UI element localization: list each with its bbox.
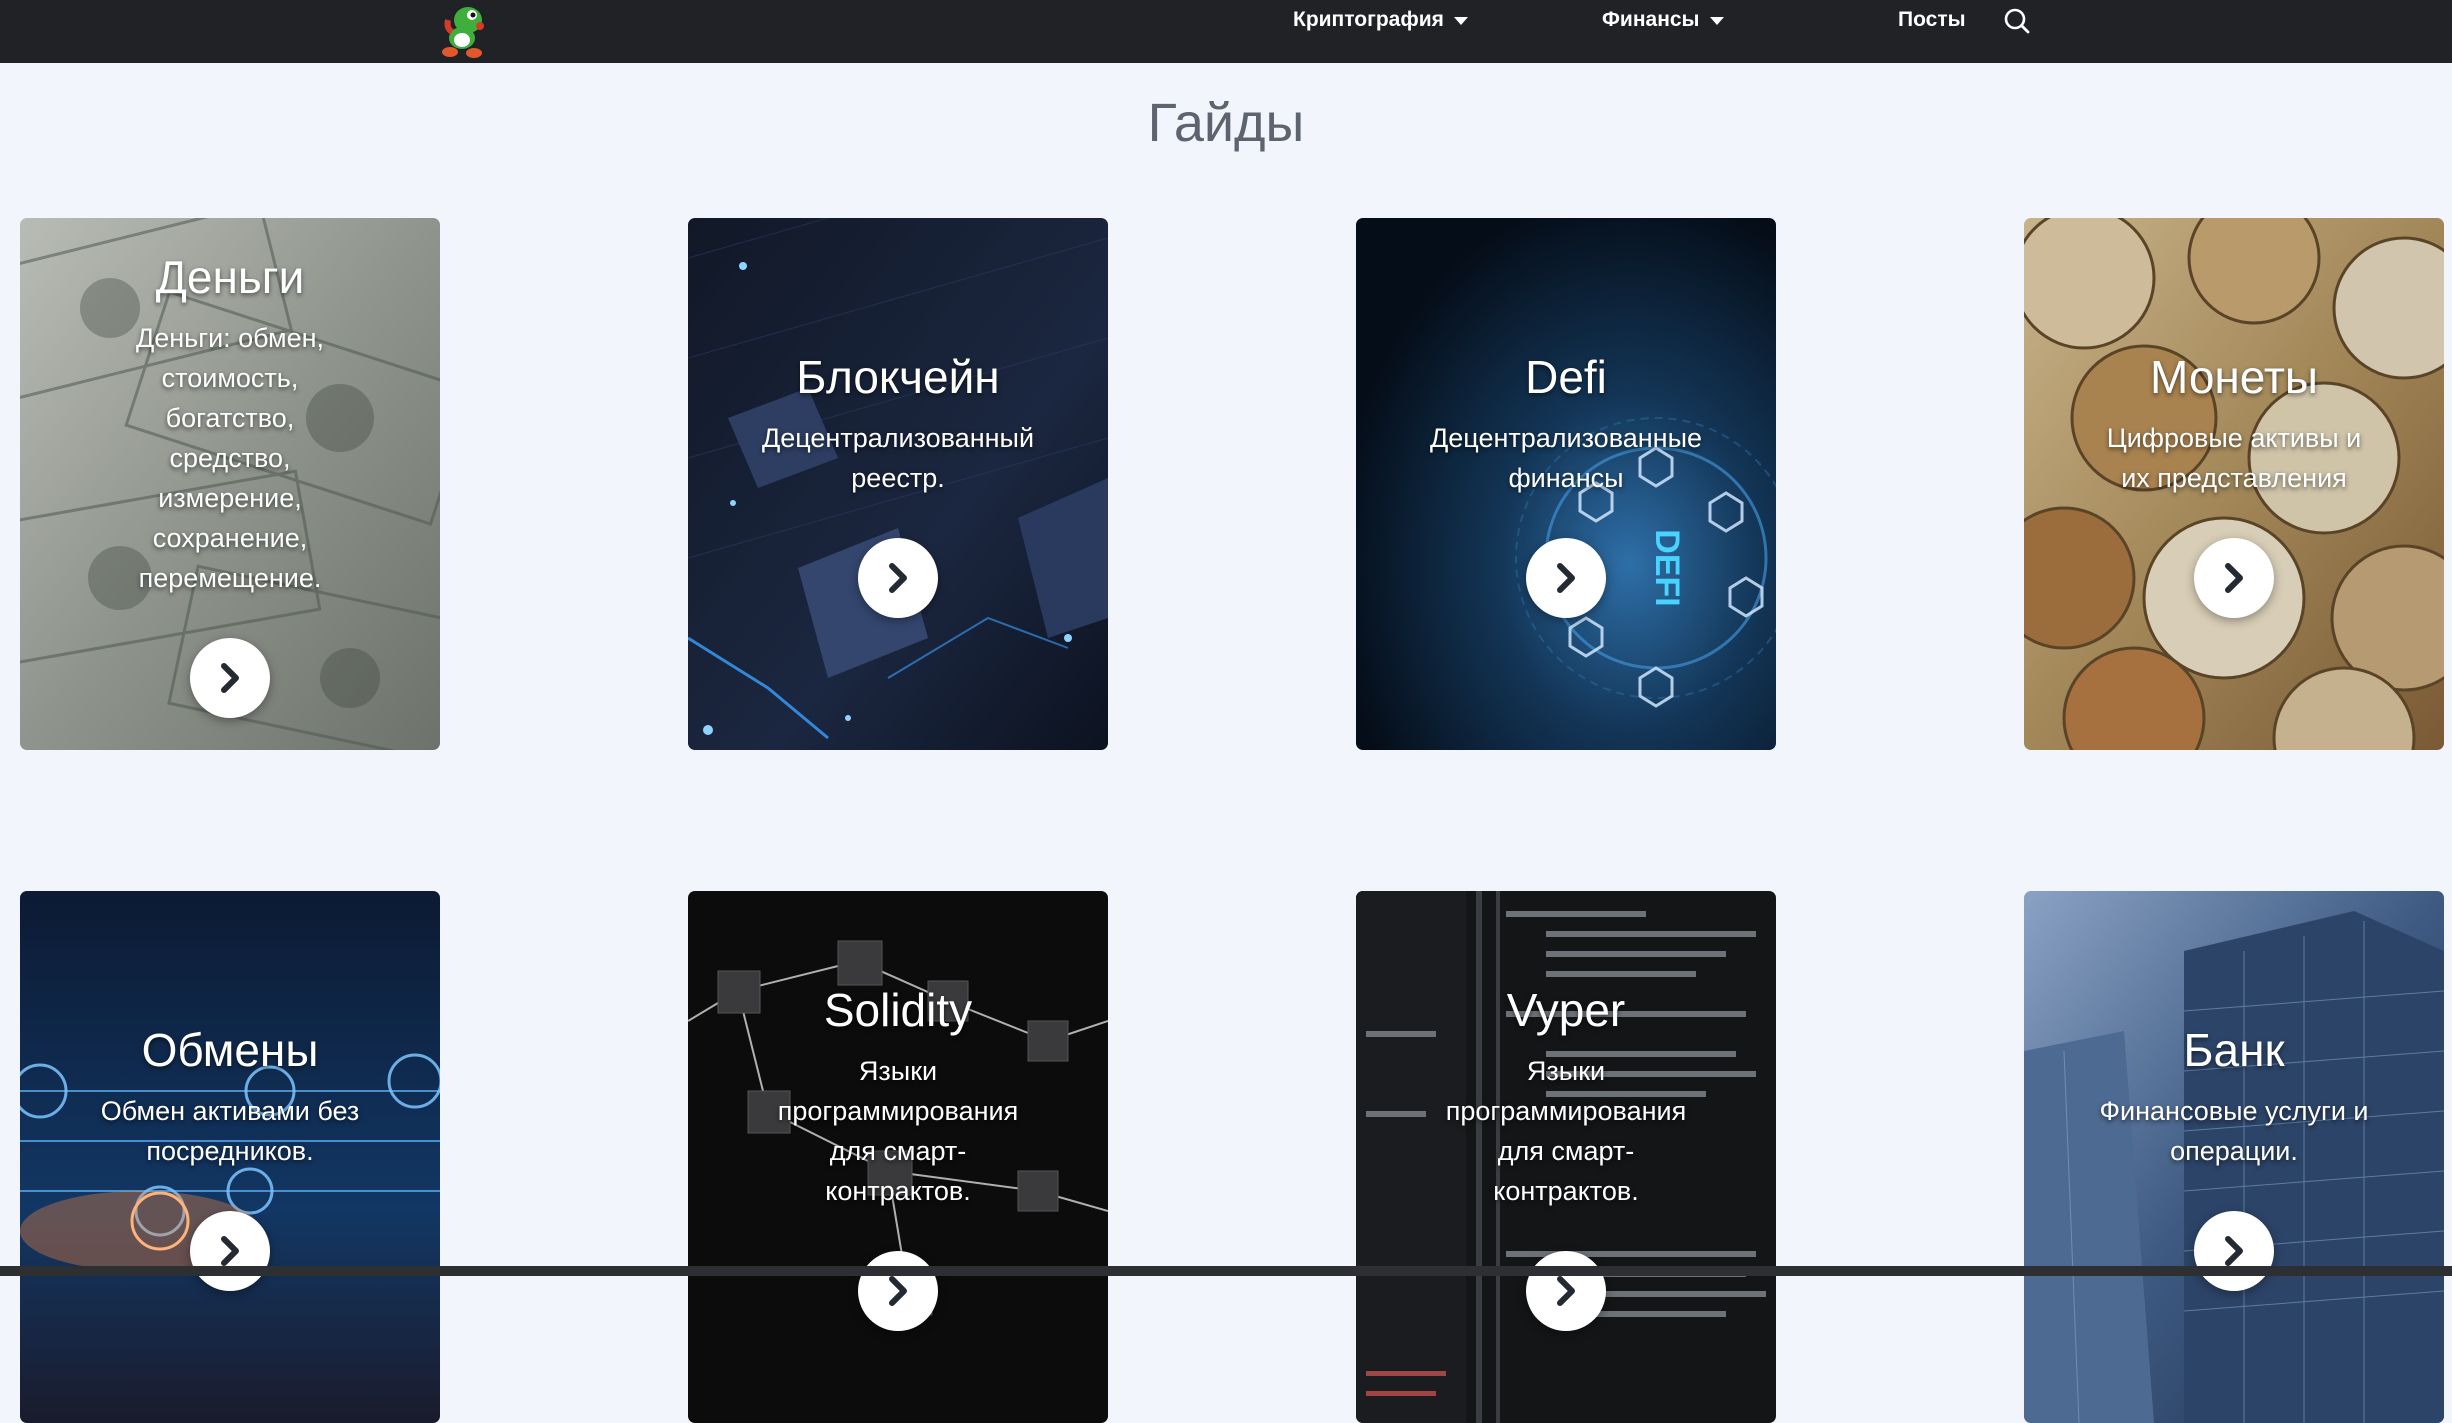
card-description: Языки программирования для смарт-контрак… xyxy=(777,1056,1019,1206)
search-icon[interactable] xyxy=(2003,7,2031,35)
card-description: Децентрализованный реестр. xyxy=(761,423,1035,493)
card-title: Обмены xyxy=(141,1024,319,1076)
guide-card-vyper[interactable]: Vyper Языки программирования для смарт-к… xyxy=(1356,891,1776,1423)
bottom-edge-bar xyxy=(0,1266,2452,1276)
card-title: Defi xyxy=(1525,351,1607,403)
card-content: Solidity Языки программирования для смар… xyxy=(688,891,1108,1423)
card-arrow-button[interactable] xyxy=(190,1211,270,1291)
card-title: Vyper xyxy=(1506,984,1626,1036)
nav-item-label: Посты xyxy=(1898,8,1966,31)
guide-card-defi[interactable]: DEFI Defi Децентрализованные финансы xyxy=(1356,218,1776,750)
card-content: Обмены Обмен активами без посредников. xyxy=(20,891,440,1423)
card-content: Монеты Цифровые активы и их представлени… xyxy=(2024,218,2444,750)
guide-card-exchange[interactable]: Обмены Обмен активами без посредников. xyxy=(20,891,440,1423)
card-description: Языки программирования для смарт-контрак… xyxy=(1445,1056,1687,1206)
chevron-right-icon xyxy=(2225,1236,2243,1266)
card-description: Деньги: обмен, стоимость, богатство, сре… xyxy=(135,323,325,593)
card-arrow-button[interactable] xyxy=(190,638,270,718)
chevron-right-icon xyxy=(889,1276,907,1306)
card-arrow-button[interactable] xyxy=(2194,538,2274,618)
card-title: Solidity xyxy=(823,984,973,1036)
card-arrow-button[interactable] xyxy=(858,538,938,618)
nav-item-finance[interactable]: Финансы xyxy=(1602,0,1724,40)
caret-down-icon xyxy=(1453,17,1468,25)
guide-card-blockchain[interactable]: Блокчейн Децентрализованный реестр. xyxy=(688,218,1108,750)
card-content: Блокчейн Децентрализованный реестр. xyxy=(688,218,1108,750)
nav-item-cryptography[interactable]: Криптография xyxy=(1293,0,1468,40)
card-content: Деньги Деньги: обмен, стоимость, богатст… xyxy=(20,218,440,750)
yoshi-logo-icon[interactable] xyxy=(432,0,496,60)
chevron-right-icon xyxy=(889,563,907,593)
chevron-right-icon xyxy=(221,663,239,693)
chevron-right-icon xyxy=(1557,1276,1575,1306)
card-arrow-button[interactable] xyxy=(858,1251,938,1331)
chevron-right-icon xyxy=(1557,563,1575,593)
card-title: Деньги xyxy=(155,251,305,303)
caret-down-icon xyxy=(1709,17,1724,25)
nav-item-posts[interactable]: Посты xyxy=(1898,0,1966,40)
guide-card-solidity[interactable]: Solidity Языки программирования для смар… xyxy=(688,891,1108,1423)
card-content: Defi Децентрализованные финансы xyxy=(1356,218,1776,750)
card-description: Децентрализованные финансы xyxy=(1429,423,1703,493)
card-description: Обмен активами без посредников. xyxy=(100,1096,360,1166)
card-title: Банк xyxy=(2183,1024,2285,1076)
page-title: Гайды xyxy=(1147,93,1305,153)
card-description: Финансовые услуги и операции. xyxy=(2099,1096,2369,1166)
nav-item-label: Криптография xyxy=(1293,8,1444,31)
card-title: Монеты xyxy=(2149,351,2318,403)
card-arrow-button[interactable] xyxy=(2194,1211,2274,1291)
card-arrow-button[interactable] xyxy=(1526,538,1606,618)
card-arrow-button[interactable] xyxy=(1526,1251,1606,1331)
guide-card-coins[interactable]: Монеты Цифровые активы и их представлени… xyxy=(2024,218,2444,750)
chevron-right-icon xyxy=(2225,563,2243,593)
chevron-right-icon xyxy=(221,1236,239,1266)
card-content: Vyper Языки программирования для смарт-к… xyxy=(1356,891,1776,1423)
card-content: Банк Финансовые услуги и операции. xyxy=(2024,891,2444,1423)
guide-card-money[interactable]: Деньги Деньги: обмен, стоимость, богатст… xyxy=(20,218,440,750)
nav-item-label: Финансы xyxy=(1602,8,1700,31)
guide-card-bank[interactable]: Банк Финансовые услуги и операции. xyxy=(2024,891,2444,1423)
card-description: Цифровые активы и их представления xyxy=(2106,423,2362,493)
top-navbar: Криптография Финансы Посты xyxy=(0,0,2452,63)
card-title: Блокчейн xyxy=(796,351,1000,403)
